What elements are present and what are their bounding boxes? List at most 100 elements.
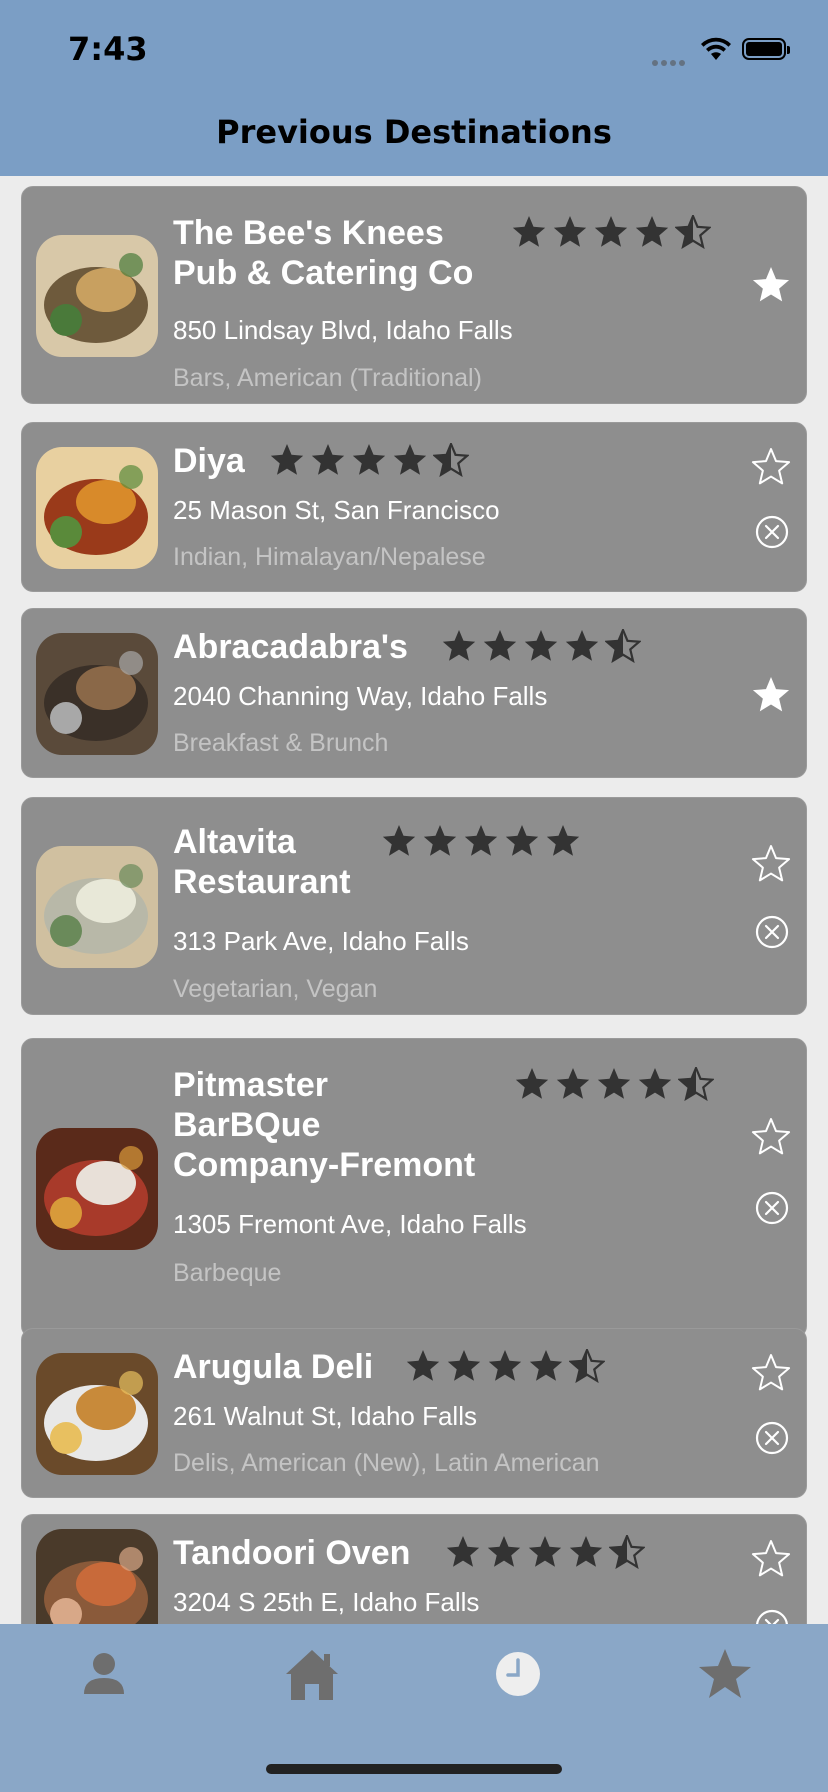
restaurant-photo: [36, 1529, 158, 1624]
favorite-filled-button[interactable]: [751, 265, 791, 305]
restaurant-photo: [36, 1353, 158, 1475]
star-filled-icon: [393, 444, 427, 475]
star-filled-icon: [597, 1068, 631, 1099]
rating-stars: [511, 215, 711, 249]
close-circle-icon: [755, 1191, 789, 1225]
person-icon: [84, 1653, 124, 1694]
restaurant-name-line: Pitmaster: [173, 1066, 328, 1104]
restaurant-category: Indian, Himalayan/Nepalese: [173, 543, 486, 571]
star-filled-icon: [446, 1536, 480, 1567]
restaurant-category: Breakfast & Brunch: [173, 729, 389, 757]
restaurant-photo: [36, 846, 158, 968]
star-filled-icon: [382, 825, 416, 856]
restaurant-address: 261 Walnut St, Idaho Falls: [173, 1401, 477, 1431]
restaurant-address: 1305 Fremont Ave, Idaho Falls: [173, 1209, 527, 1239]
restaurant-name-line: Company-Fremont: [173, 1146, 476, 1184]
tab-history[interactable]: [488, 1644, 548, 1704]
favorite-button[interactable]: [751, 1539, 791, 1579]
tab-profile[interactable]: [74, 1644, 134, 1704]
restaurant-photo: [36, 633, 158, 755]
star-icon: [751, 1354, 791, 1391]
restaurant-photo: [36, 1128, 158, 1250]
restaurant-name-line: The Bee's Knees: [173, 214, 444, 252]
star-filled-icon: [565, 630, 599, 661]
restaurant-name-line: BarBQue: [173, 1106, 321, 1144]
restaurant-card[interactable]: Diya 25 Mason St, San Francisco Indian, H…: [21, 422, 807, 592]
star-filled-icon: [524, 630, 558, 661]
restaurant-card[interactable]: Tandoori Oven 3204 S 25th E, Idaho Falls: [21, 1514, 807, 1624]
restaurant-name: Diya: [173, 441, 245, 481]
restaurant-category: Vegetarian, Vegan: [173, 975, 378, 1003]
star-filled-icon: [528, 1536, 562, 1567]
close-circle-icon: [755, 915, 789, 949]
restaurant-address: 850 Lindsay Blvd, Idaho Falls: [173, 315, 513, 345]
cellular-signal-icon: [652, 53, 688, 71]
house-icon: [286, 1650, 338, 1700]
tab-home[interactable]: [282, 1644, 342, 1704]
favorite-button[interactable]: [751, 447, 791, 487]
star-filled-icon: [594, 216, 628, 247]
restaurant-card[interactable]: The Bee's Knees Pub & Catering Co 850 Lin…: [21, 186, 807, 404]
destinations-list[interactable]: The Bee's Knees Pub & Catering Co 850 Lin…: [0, 176, 828, 1624]
star-icon: [751, 448, 791, 485]
star-filled-icon: [270, 444, 304, 475]
star-half-icon: [678, 1067, 714, 1101]
rating-stars: [381, 824, 581, 858]
restaurant-photo: [36, 235, 158, 357]
remove-button[interactable]: [755, 1191, 789, 1225]
favorite-button[interactable]: [751, 1353, 791, 1393]
status-time: 7:43: [68, 30, 148, 68]
rating-stars: [269, 443, 469, 477]
star-icon: [752, 267, 790, 302]
star-filled-icon: [442, 630, 476, 661]
restaurant-name-line: Tandoori Oven: [173, 1534, 411, 1572]
restaurant-name-line: Pub & Catering Co: [173, 254, 474, 292]
restaurant-address: 25 Mason St, San Francisco: [173, 495, 500, 525]
favorite-filled-button[interactable]: [751, 675, 791, 715]
star-filled-icon: [505, 825, 539, 856]
star-half-icon: [609, 1535, 645, 1569]
restaurant-address: 3204 S 25th E, Idaho Falls: [173, 1587, 480, 1617]
restaurant-card[interactable]: Abracadabra's 2040 Channing Way, Idaho F…: [21, 608, 807, 778]
restaurant-name-line: Arugula Deli: [173, 1348, 374, 1386]
restaurant-name: Abracadabra's: [173, 627, 408, 667]
close-circle-icon: [755, 1421, 789, 1455]
wifi-icon: [701, 37, 731, 60]
remove-button[interactable]: [755, 915, 789, 949]
restaurant-card[interactable]: Altavita Restaurant 313 Park Ave, Idaho Fa…: [21, 797, 807, 1015]
star-filled-icon: [447, 1350, 481, 1381]
star-filled-icon: [352, 444, 386, 475]
star-filled-icon: [635, 216, 669, 247]
rating-stars: [514, 1067, 714, 1101]
star-filled-icon: [464, 825, 498, 856]
restaurant-name-line: Diya: [173, 442, 245, 480]
star-filled-icon: [553, 216, 587, 247]
star-half-icon: [605, 629, 641, 663]
tab-favorites[interactable]: [695, 1644, 755, 1704]
favorite-button[interactable]: [751, 844, 791, 884]
restaurant-photo: [36, 447, 158, 569]
remove-button[interactable]: [755, 1421, 789, 1455]
star-filled-icon: [556, 1068, 590, 1099]
battery-icon: [742, 38, 790, 60]
rating-stars: [445, 1535, 645, 1569]
star-icon: [752, 677, 790, 712]
star-filled-icon: [406, 1350, 440, 1381]
restaurant-name-line: Restaurant: [173, 863, 351, 901]
favorite-button[interactable]: [751, 1117, 791, 1157]
star-filled-icon: [515, 1068, 549, 1099]
restaurant-category: Bars, American (Traditional): [173, 364, 482, 392]
remove-button[interactable]: [755, 515, 789, 549]
star-icon: [699, 1649, 751, 1698]
remove-button[interactable]: [755, 1609, 789, 1624]
star-icon: [751, 845, 791, 882]
home-indicator: [266, 1764, 562, 1774]
rating-stars: [405, 1349, 605, 1383]
restaurant-name: Pitmaster BarBQue Company-Fremont: [173, 1065, 475, 1185]
star-filled-icon: [512, 216, 546, 247]
restaurant-card[interactable]: Arugula Deli 261 Walnut St, Idaho Falls D…: [21, 1328, 807, 1498]
star-filled-icon: [529, 1350, 563, 1381]
restaurant-name: Tandoori Oven: [173, 1533, 410, 1573]
restaurant-card[interactable]: Pitmaster BarBQue Company-Fremont 1305 Fre…: [21, 1038, 807, 1338]
restaurant-address: 2040 Channing Way, Idaho Falls: [173, 681, 548, 711]
